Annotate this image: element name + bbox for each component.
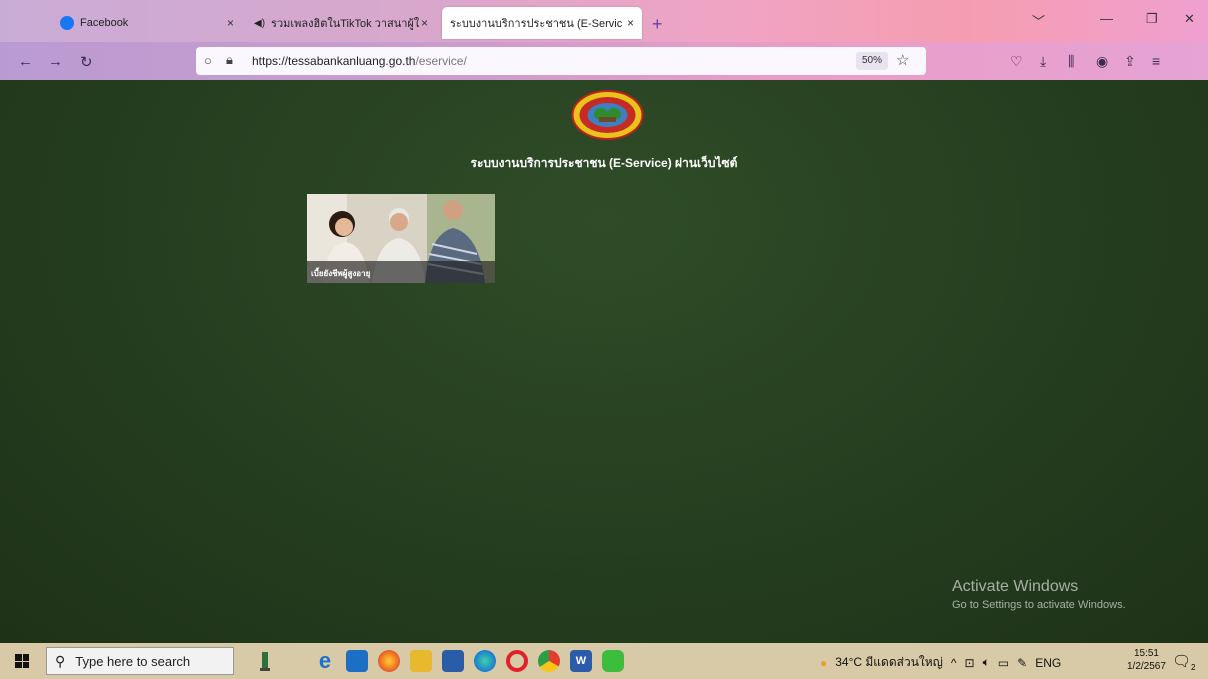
word-icon[interactable]: W <box>570 650 592 672</box>
tab-title: Facebook <box>80 17 129 29</box>
close-tab-icon[interactable]: × <box>421 16 428 30</box>
lock-icon[interactable]: 🔒︎ <box>226 52 233 68</box>
reload-icon[interactable]: ↻ <box>80 53 93 71</box>
url-text[interactable]: https://tessabankanluang.go.th/eservice/ <box>252 54 467 68</box>
shield-icon[interactable]: ○ <box>204 53 212 68</box>
back-icon[interactable]: ← <box>18 53 33 70</box>
microsoft-store-icon[interactable] <box>442 650 464 672</box>
card-caption: เบี้ยยังชีพผู้สูงอายุ <box>307 261 495 283</box>
search-placeholder: Type here to search <box>75 653 191 669</box>
opera-icon[interactable] <box>506 650 528 672</box>
taskbar-search-input[interactable]: ⚲ Type here to search <box>46 647 234 675</box>
browser-titlebar: Facebook × ◀) รวมเพลงฮิตในTikTok วาสนาผู… <box>0 0 1208 42</box>
pen-icon[interactable]: ✎ <box>1017 656 1027 670</box>
new-tab-button[interactable]: + <box>652 14 663 35</box>
volume-icon[interactable]: 🔈︎ <box>983 655 990 670</box>
speaker-icon: ◀) <box>254 17 266 29</box>
library-icon[interactable]: ⫼ <box>1068 53 1074 70</box>
system-tray: ● 34°C มีแดดส่วนใหญ่ ^ ⊡ 🔈︎ ▭ ✎ ENG <box>820 653 1061 672</box>
extensions-icon[interactable]: ⇪ <box>1124 53 1136 70</box>
activate-windows-watermark: Activate Windows Go to Settings to activ… <box>952 578 1126 611</box>
tab-title: รวมเพลงฮิตในTikTok วาสนาผู้ใด <box>271 18 420 30</box>
zoom-level[interactable]: 50% <box>856 52 889 70</box>
language-indicator[interactable]: ENG <box>1035 656 1061 670</box>
watermark-subtitle: Go to Settings to activate Windows. <box>952 599 1126 611</box>
weather-text[interactable]: 34°C มีแดดส่วนใหญ่ <box>835 653 943 672</box>
tab-eservice[interactable]: ระบบงานบริการประชาชน (E-Service) × <box>442 7 642 39</box>
internet-explorer-icon[interactable]: e <box>314 650 336 672</box>
download-icon[interactable]: ⤓ <box>1040 53 1046 70</box>
watermark-title: Activate Windows <box>952 578 1079 595</box>
page-title: ระบบงานบริการประชาชน (E-Service) ผ่านเว็… <box>470 156 738 170</box>
battery-icon[interactable]: ▭ <box>998 656 1009 670</box>
url-path: /eservice/ <box>415 54 467 68</box>
tab-facebook[interactable]: Facebook × <box>52 8 242 38</box>
show-hidden-icons[interactable]: ^ <box>951 656 957 670</box>
search-icon: ⚲ <box>55 652 66 669</box>
close-window-button[interactable]: ✕ <box>1184 11 1195 27</box>
clock-time: 15:51 <box>1133 648 1159 659</box>
close-tab-icon[interactable]: × <box>227 16 234 30</box>
facebook-icon <box>60 16 74 30</box>
weather-icon[interactable]: ● <box>820 656 827 670</box>
pocket-icon[interactable]: ♡ <box>1010 53 1023 70</box>
url-host: https://tessabankanluang.go.th <box>252 54 416 68</box>
tab-title: ระบบงานบริการประชาชน (E-Service) <box>450 18 622 30</box>
network-icon[interactable]: ⊡ <box>965 656 975 670</box>
mail-icon[interactable] <box>346 650 368 672</box>
windows-start-icon[interactable] <box>15 654 29 668</box>
clock-date: 1/2/2567 <box>1127 661 1166 672</box>
forward-icon[interactable]: → <box>48 53 63 70</box>
menu-icon[interactable]: ≡ <box>1152 53 1160 69</box>
municipality-logo <box>571 90 644 140</box>
restore-button[interactable]: ❐ <box>1146 11 1158 27</box>
account-icon[interactable]: ◉ <box>1096 53 1108 70</box>
notification-center-icon[interactable]: 🗨︎2 <box>1172 652 1196 672</box>
minimize-button[interactable]: — <box>1100 11 1113 26</box>
tab-list-icon[interactable]: ﹀ <box>1032 11 1045 30</box>
page-content: ระบบงานบริการประชาชน (E-Service) ผ่านเว็… <box>0 80 1208 643</box>
line-icon[interactable] <box>602 650 624 672</box>
bookmark-star-icon[interactable]: ☆ <box>896 51 909 69</box>
tab-tiktok[interactable]: ◀) รวมเพลงฮิตในTikTok วาสนาผู้ใด × <box>246 8 436 38</box>
service-card-elderly-allowance[interactable]: เบี้ยยังชีพผู้สูงอายุ <box>307 194 495 283</box>
system-clock[interactable]: 15:51 1/2/2567 <box>1127 647 1166 673</box>
windows-taskbar: ⚲ Type here to search e W ● 34°C มีแดดส่… <box>0 643 1208 679</box>
edge-icon[interactable] <box>474 650 496 672</box>
close-tab-icon[interactable]: × <box>627 16 634 30</box>
notification-count: 2 <box>1191 663 1196 672</box>
lighthouse-icon[interactable] <box>254 650 276 672</box>
address-bar[interactable]: ○ 🔒︎ https://tessabankanluang.go.th/eser… <box>196 47 926 75</box>
browser-toolbar: ← → ↻ ○ 🔒︎ https://tessabankanluang.go.t… <box>0 42 1208 80</box>
firefox-icon[interactable] <box>378 650 400 672</box>
chrome-icon[interactable] <box>538 650 560 672</box>
file-explorer-icon[interactable] <box>410 650 432 672</box>
